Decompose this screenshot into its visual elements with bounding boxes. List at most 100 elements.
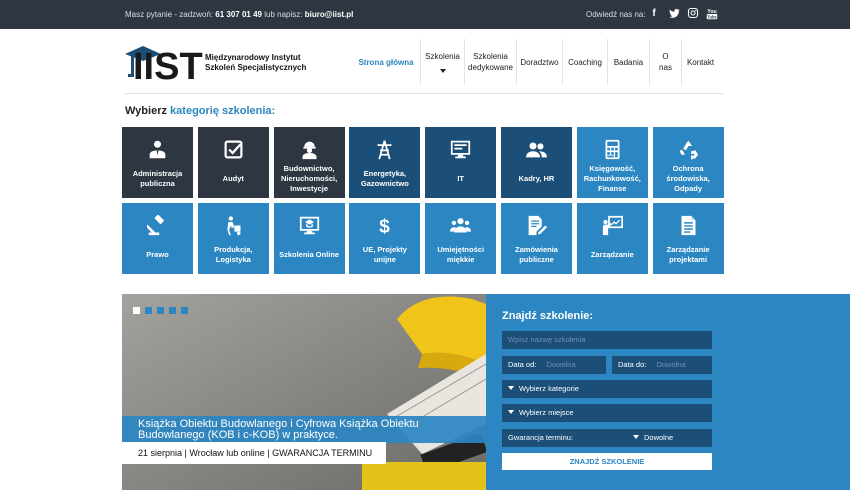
category-tile[interactable]: $ UE, Projekty unijne [349,203,421,274]
logo-line-1: Międzynarodowy Instytut [205,53,301,62]
clerk-icon [147,139,168,160]
visit-us-label: Odwiedź nas na: [586,10,646,19]
date-to-field[interactable]: Data do: Dowolna [612,356,712,374]
date-to-placeholder: Dowolna [656,360,686,369]
dollar-icon: $ [374,215,395,238]
category-label: Produkcja, Logistyka [214,244,253,264]
nav-about[interactable]: O nas [649,39,681,85]
slider-dot[interactable] [145,307,152,314]
category-tile[interactable]: Zarządzanie projektami [652,203,724,274]
dropdown-arrow-icon [508,410,514,414]
training-search-panel: Znajdź szkolenie: Wpisz nazwę szkolenia … [486,294,850,490]
category-tile[interactable]: Prawo [122,203,193,274]
place-select-label: Wybierz miejsce [519,408,574,417]
category-tile[interactable]: Audyt [197,127,269,198]
category-label: UE, Projekty unijne [362,244,407,264]
contact-question: Masz pytanie - zadzwoń: [125,10,214,19]
people-icon [526,139,547,160]
training-name-placeholder: Wpisz nazwę szkolenia [508,335,586,344]
twitter-icon[interactable] [667,7,681,21]
power-tower-icon [374,139,395,160]
phone-link[interactable]: 61 307 01 49 [215,10,262,19]
contact-info: Masz pytanie - zadzwoń: 61 307 01 49 lub… [125,10,353,19]
document-edit-icon [526,215,547,236]
slider-dot[interactable] [181,307,188,314]
nav-dedicated-trainings[interactable]: Szkolenia dedykowane [464,39,516,85]
category-label: Audyt [222,173,244,183]
file-text-icon [678,215,699,236]
slider-dot[interactable] [169,307,176,314]
dropdown-arrow-icon [633,435,639,439]
email-link[interactable]: biuro@iist.pl [305,10,354,19]
category-heading: Wybierz kategorię szkolenia: [125,105,275,117]
youtube-icon[interactable]: You Tube [705,7,719,21]
category-label: Zarządzanie projektami [666,244,710,264]
builder-icon [299,139,320,160]
logo-graduation-cap-icon: IIST [125,46,203,81]
date-from-field[interactable]: Data od: Dowolna [502,356,606,374]
nav-research-label: Badania [613,57,644,67]
category-label: Szkolenia Online [279,249,340,259]
contact-or: lub napisz: [264,10,303,19]
category-tile[interactable]: Umiejętności miękkie [425,203,497,274]
category-label: Zamówienia publiczne [515,244,558,264]
nav-consulting[interactable]: Doradztwo [516,39,562,85]
nav-trainings[interactable]: Szkolenia [420,39,464,85]
slider-dot[interactable] [133,307,140,314]
nav-trainings-label: Szkolenia [425,52,460,61]
category-tile[interactable]: Energetyka, Gazownictwo [349,127,421,198]
nav-home[interactable]: Strona główna [352,39,420,85]
category-label: Administracja publiczna [132,168,183,188]
heading-prefix: Wybierz [125,105,167,117]
category-label: Energetyka, Gazownictwo [360,168,409,188]
nav-about-label: O nas [659,52,672,72]
dropdown-arrow-icon [508,386,514,390]
category-label: Prawo [146,249,169,259]
find-training-button[interactable]: ZNAJDŹ SZKOLENIE [502,453,712,470]
category-tile[interactable]: IT [425,127,497,198]
svg-text:$: $ [380,217,391,237]
training-name-input[interactable]: Wpisz nazwę szkolenia [502,331,712,349]
site-logo[interactable]: IIST Międzynarodowy Instytut Szkoleń Spe… [125,41,315,81]
top-bar: Masz pytanie - zadzwoń: 61 307 01 49 lub… [0,0,850,29]
category-tile[interactable]: Zamówienia publiczne [501,203,572,274]
logo-line-2: Szkoleń Specjalistycznych [205,63,307,72]
guarantee-label: Gwarancja terminu: [508,433,574,442]
logo-mark-text: IIST [133,46,203,81]
date-to-label: Data do: [618,360,647,369]
category-label: Kadry, HR [518,173,555,183]
monitor-icon [450,139,471,160]
recycle-icon [678,139,699,160]
slide-meta: 21 sierpnia | Wrocław lub online | GWARA… [122,442,386,464]
guarantee-select[interactable]: Gwarancja terminu: Dowolne [502,429,712,447]
date-from-label: Data od: [508,360,537,369]
nav-coaching[interactable]: Coaching [562,39,607,85]
slide-caption[interactable]: Książka Obiektu Budowlanego i Cyfrowa Ks… [122,416,486,443]
facebook-icon[interactable]: f [647,7,661,21]
slider-dots [133,307,188,314]
category-label: Budownictwo, Nieruchomości, Inwestycje [280,163,338,193]
category-tile[interactable]: Budownictwo, Nieruchomości, Inwestycje [273,127,345,198]
category-tile[interactable]: Administracja publiczna [122,127,193,198]
instagram-icon[interactable] [686,7,700,21]
category-tile[interactable]: Kadry, HR [501,127,572,198]
date-from-placeholder: Dowolna [546,360,576,369]
category-tile[interactable]: Ochrona środowiska, Odpady [652,127,724,198]
nav-contact[interactable]: Kontakt [681,39,719,85]
category-tile[interactable]: Zarządzanie [576,203,648,274]
category-label: Ochrona środowiska, Odpady [666,163,710,193]
category-select[interactable]: Wybierz kategorie [502,380,712,398]
place-select[interactable]: Wybierz miejsce [502,404,712,422]
category-select-label: Wybierz kategorie [519,384,579,393]
presentation-icon [602,215,623,236]
gavel-icon [145,214,168,236]
nav-research[interactable]: Badania [607,39,649,85]
hero-slider[interactable]: Książka Obiektu Budowlanego i Cyfrowa Ks… [122,294,486,490]
category-label: Zarządzanie [590,249,634,259]
nav-consulting-label: Doradztwo [520,57,559,67]
category-tile[interactable]: Księgowość, Rachunkowość, Finanse [576,127,648,198]
category-tile[interactable]: Szkolenia Online [273,203,345,274]
slider-dot[interactable] [157,307,164,314]
header-divider [125,93,723,94]
category-tile[interactable]: Produkcja, Logistyka [197,203,269,274]
